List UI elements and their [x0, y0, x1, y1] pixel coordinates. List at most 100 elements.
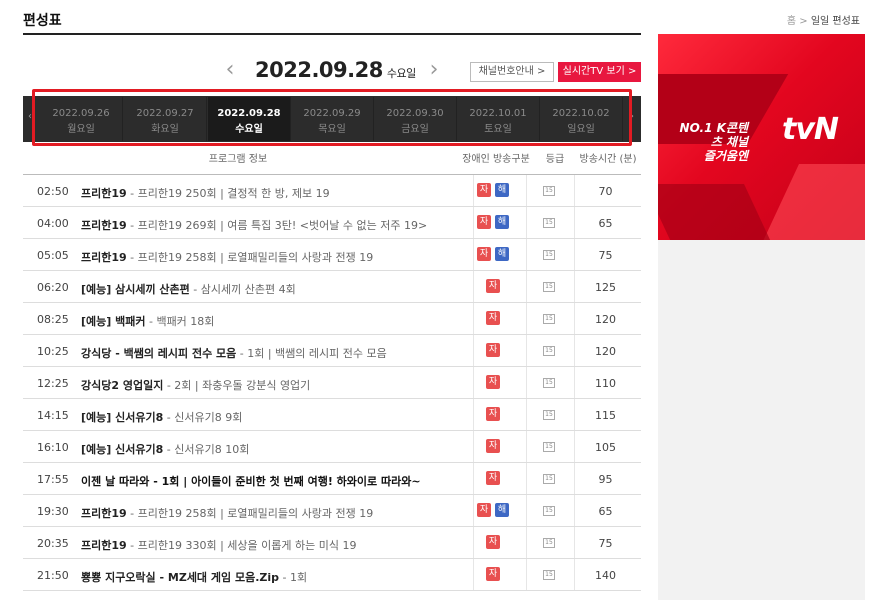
row-program[interactable]: [예능] 백패커 - 백패커 18회 — [81, 313, 214, 329]
row-program-name: 프리한19 — [81, 507, 127, 520]
row-time: 08:25 — [37, 313, 69, 326]
row-program-detail: - 프리한19 258회 | 로열패밀리들의 사랑과 전쟁 19 — [126, 251, 374, 264]
row-duration: 125 — [595, 281, 616, 294]
table-row[interactable]: 16:10 [예능] 신서유기8 - 신서유기8 10회 자 15 105 — [23, 431, 641, 463]
table-row[interactable]: 02:50 프리한19 - 프리한19 250회 | 결정적 한 방, 제보 19… — [23, 175, 641, 207]
row-program[interactable]: 프리한19 - 프리한19 269회 | 여름 특집 3탄! <벗어날 수 없는… — [81, 217, 427, 233]
col-divider — [574, 239, 575, 270]
day-tabs-next-icon[interactable]: › — [627, 111, 637, 122]
table-row[interactable]: 19:30 프리한19 - 프리한19 258회 | 로열패밀리들의 사랑과 전쟁… — [23, 495, 641, 527]
row-program-name: 강식당 - 백쌤의 레시피 전수 모음 — [81, 347, 237, 360]
row-time: 20:35 — [37, 537, 69, 550]
table-row[interactable]: 08:25 [예능] 백패커 - 백패커 18회 자 15 120 — [23, 303, 641, 335]
grade-15-icon: 15 — [543, 506, 555, 516]
col-divider — [526, 335, 527, 366]
day-tab-2-active[interactable]: 2022.09.28 수요일 — [208, 97, 291, 141]
row-time: 04:00 — [37, 217, 69, 230]
day-tab-date: 2022.10.01 — [469, 108, 527, 119]
subtitle-badge-icon: 자 — [477, 247, 491, 261]
row-program[interactable]: [예능] 신서유기8 - 신서유기8 9회 — [81, 409, 242, 425]
row-program[interactable]: [예능] 삼시세끼 산촌편 - 삼시세끼 산촌편 4회 — [81, 281, 296, 297]
table-row[interactable]: 21:50 뿅뿅 지구오락실 - MZ세대 게임 모음.Zip - 1회 자 15 14… — [23, 559, 641, 591]
row-duration: 75 — [598, 537, 613, 550]
day-tab-5[interactable]: 2022.10.01 토요일 — [457, 97, 540, 141]
accessibility-badges: 자해 — [471, 183, 515, 199]
table-row[interactable]: 20:35 프리한19 - 프리한19 330회 | 세상을 이롭게 하는 미식 … — [23, 527, 641, 559]
day-tab-date: 2022.09.30 — [386, 108, 444, 119]
col-divider — [526, 431, 527, 462]
col-divider — [574, 431, 575, 462]
row-duration: 75 — [598, 249, 613, 262]
table-row[interactable]: 05:05 프리한19 - 프리한19 258회 | 로열패밀리들의 사랑과 전쟁… — [23, 239, 641, 271]
row-program[interactable]: 강식당2 영업일지 - 2회 | 좌충우돌 강분식 영업기 — [81, 377, 310, 393]
row-program[interactable]: 강식당 - 백쌤의 레시피 전수 모음 - 1회 | 백쌤의 레시피 전수 모음 — [81, 345, 387, 361]
table-row[interactable]: 12:25 강식당2 영업일지 - 2회 | 좌충우돌 강분식 영업기 자 15 110 — [23, 367, 641, 399]
day-tab-dow: 금요일 — [401, 124, 429, 135]
row-program[interactable]: 프리한19 - 프리한19 330회 | 세상을 이롭게 하는 미식 19 — [81, 537, 357, 553]
grade-15-icon: 15 — [543, 186, 555, 196]
col-header-program: 프로그램 정보 — [208, 154, 268, 165]
grade-15-icon: 15 — [543, 570, 555, 580]
day-tab-1[interactable]: 2022.09.27 화요일 — [124, 97, 207, 141]
row-program-name: 뿅뿅 지구오락실 - MZ세대 게임 모음.Zip — [81, 571, 279, 584]
row-time: 17:55 — [37, 473, 69, 486]
grade-15-icon: 15 — [543, 346, 555, 356]
row-program[interactable]: 프리한19 - 프리한19 258회 | 로열패밀리들의 사랑과 전쟁 19 — [81, 505, 373, 521]
row-program[interactable]: 이젠 날 따라와 - 1회 | 아이들이 준비한 첫 번째 여행! 하와이로 따… — [81, 473, 421, 489]
day-tabs-prev-icon[interactable]: ‹ — [25, 111, 35, 122]
day-tab-dow: 월요일 — [67, 124, 95, 135]
day-tab-3[interactable]: 2022.09.29 목요일 — [291, 97, 374, 141]
subtitle-badge-icon: 자 — [486, 439, 500, 453]
grade-15-icon: 15 — [543, 378, 555, 388]
subtitle-badge-icon: 자 — [486, 311, 500, 325]
grade-15-icon: 15 — [543, 538, 555, 548]
row-program[interactable]: 프리한19 - 프리한19 250회 | 결정적 한 방, 제보 19 — [81, 185, 330, 201]
channel-guide-button[interactable]: 채널번호안내 > — [470, 62, 554, 82]
col-divider — [574, 399, 575, 430]
ad-shape — [757, 164, 865, 240]
day-tab-dow: 토요일 — [484, 124, 512, 135]
accessibility-badges: 자 — [471, 279, 515, 295]
col-divider — [526, 303, 527, 334]
tvn-ad-banner[interactable]: NO.1 K콘텐츠 채널 즐거움엔 tvN — [658, 34, 865, 240]
col-divider — [526, 175, 527, 206]
grade-15-icon: 15 — [543, 442, 555, 452]
subtitle-badge-icon: 자 — [477, 215, 491, 229]
prev-date-chevron-icon[interactable]: ‹ — [220, 58, 240, 84]
row-program[interactable]: 뿅뿅 지구오락실 - MZ세대 게임 모음.Zip - 1회 — [81, 569, 307, 585]
day-tab-0[interactable]: 2022.09.26 월요일 — [40, 97, 123, 141]
subtitle-badge-icon: 자 — [486, 407, 500, 421]
next-date-chevron-icon[interactable]: › — [424, 58, 444, 84]
ad-copy-line2: 즐거움엔 — [703, 149, 748, 163]
row-program[interactable]: 프리한19 - 프리한19 258회 | 로열패밀리들의 사랑과 전쟁 19 — [81, 249, 373, 265]
row-program-detail: - 프리한19 330회 | 세상을 이롭게 하는 미식 19 — [126, 539, 357, 552]
table-row[interactable]: 04:00 프리한19 - 프리한19 269회 | 여름 특집 3탄! <벗어날… — [23, 207, 641, 239]
subtitle-badge-icon: 자 — [477, 183, 491, 197]
col-header-duration: 방송시간 (분) — [579, 154, 637, 165]
day-tab-4[interactable]: 2022.09.30 금요일 — [374, 97, 457, 141]
current-date-value: 2022.09.28 — [255, 58, 383, 82]
accessibility-badges: 자 — [471, 535, 515, 551]
table-row[interactable]: 14:15 [예능] 신서유기8 - 신서유기8 9회 자 15 115 — [23, 399, 641, 431]
col-divider — [526, 271, 527, 302]
row-time: 12:25 — [37, 377, 69, 390]
subtitle-badge-icon: 자 — [486, 343, 500, 357]
row-time: 21:50 — [37, 569, 69, 582]
row-time: 06:20 — [37, 281, 69, 294]
grade-15-icon: 15 — [543, 314, 555, 324]
table-row[interactable]: 06:20 [예능] 삼시세끼 산촌편 - 삼시세끼 산촌편 4회 자 15 125 — [23, 271, 641, 303]
accessibility-badges: 자 — [471, 567, 515, 583]
live-tv-button[interactable]: 실시간TV 보기 > — [558, 62, 641, 82]
page-title: 편성표 — [23, 13, 62, 29]
table-row[interactable]: 10:25 강식당 - 백쌤의 레시피 전수 모음 - 1회 | 백쌤의 레시피 … — [23, 335, 641, 367]
side-panel — [658, 240, 865, 600]
table-row[interactable]: 17:55 이젠 날 따라와 - 1회 | 아이들이 준비한 첫 번째 여행! 하… — [23, 463, 641, 495]
day-tab-date: 2022.09.26 — [52, 108, 110, 119]
col-divider — [526, 495, 527, 526]
breadcrumb-home[interactable]: 홈 — [787, 16, 796, 27]
row-time: 14:15 — [37, 409, 69, 422]
day-tab-6[interactable]: 2022.10.02 일요일 — [540, 97, 623, 141]
row-duration: 115 — [595, 409, 616, 422]
row-program[interactable]: [예능] 신서유기8 - 신서유기8 10회 — [81, 441, 249, 457]
row-duration: 65 — [598, 217, 613, 230]
